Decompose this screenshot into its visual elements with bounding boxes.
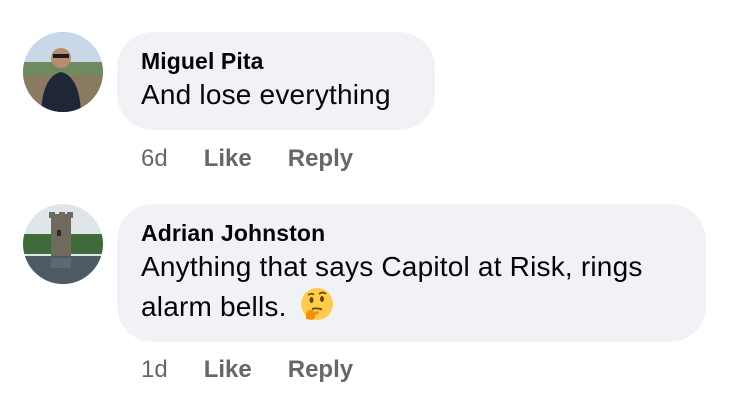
- avatar-photo: [23, 32, 103, 112]
- comment-bubble: Miguel Pita And lose everything: [117, 32, 435, 130]
- comment-author[interactable]: Miguel Pita: [141, 46, 411, 76]
- comment-actions: 1d Like Reply: [141, 356, 389, 384]
- comment-text-line-2-text: alarm bells.: [141, 291, 287, 322]
- reply-button[interactable]: Reply: [288, 356, 353, 384]
- comment-timestamp[interactable]: 1d: [141, 356, 168, 384]
- like-button[interactable]: Like: [204, 356, 252, 384]
- comment-actions: 6d Like Reply: [141, 145, 389, 173]
- thinking-face-icon: [299, 286, 335, 322]
- comment-author[interactable]: Adrian Johnston: [141, 218, 682, 248]
- comment-text: And lose everything: [141, 79, 391, 110]
- reply-button[interactable]: Reply: [288, 145, 353, 173]
- avatar-miguel-pita[interactable]: [23, 32, 103, 112]
- comment-text-line-1: Anything that says Capitol at Risk, ring…: [141, 251, 643, 282]
- like-button[interactable]: Like: [204, 145, 252, 173]
- comment-text-line-2: alarm bells.: [141, 286, 682, 326]
- avatar-photo: [23, 204, 103, 284]
- avatar-adrian-johnston[interactable]: [23, 204, 103, 284]
- comment-timestamp[interactable]: 6d: [141, 145, 168, 173]
- comment-bubble: Adrian Johnston Anything that says Capit…: [117, 204, 706, 342]
